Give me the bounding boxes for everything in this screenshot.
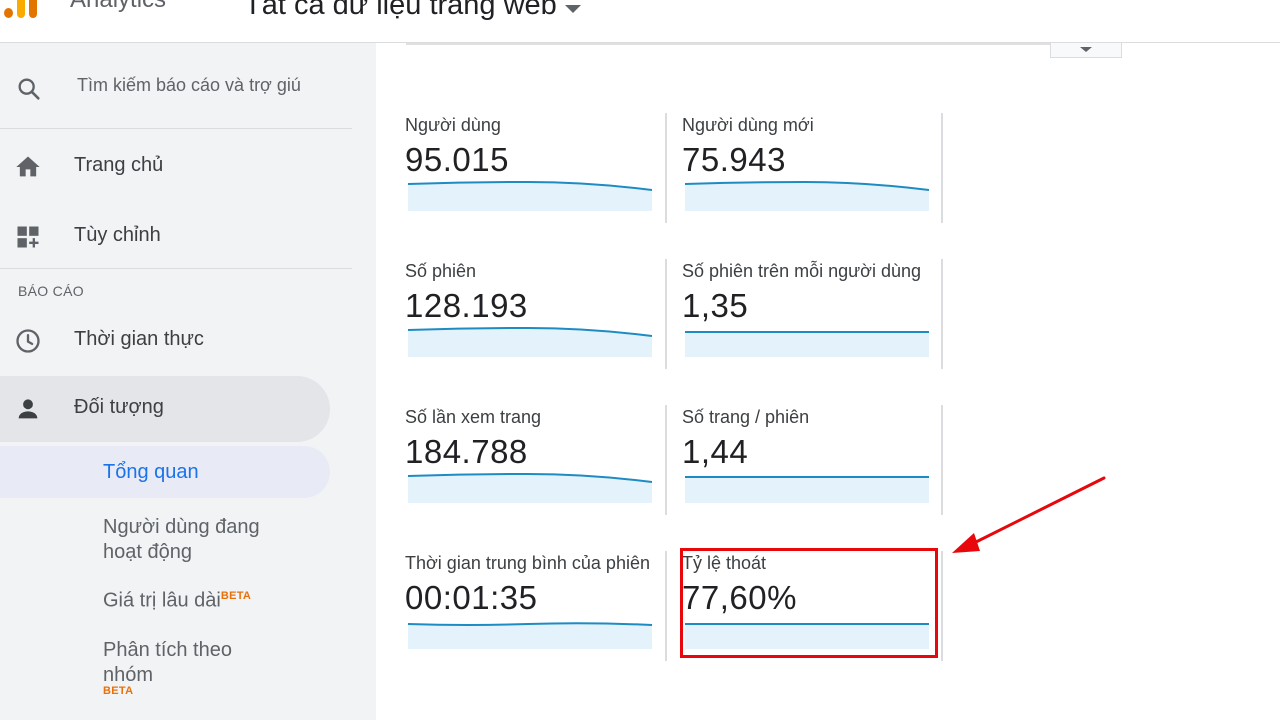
beta-badge: BETA: [220, 590, 252, 602]
sidebar-item-home[interactable]: Trang chủ: [0, 134, 330, 198]
arrow-annotation-icon: [952, 476, 1106, 553]
metric-pageviews[interactable]: Số lần xem trang 184.788: [405, 407, 667, 517]
sidebar-item-label: Tùy chỉnh: [74, 224, 161, 246]
person-icon: [18, 399, 38, 419]
sidebar-item-label: Thời gian thực: [74, 328, 204, 350]
sidebar-subitem-label: Người dùng đang hoạt động: [103, 516, 260, 563]
metric-value: 184.788: [405, 433, 528, 470]
sparkline-chart: [408, 622, 652, 649]
sparkline-chart: [685, 476, 929, 503]
sidebar-subitem-overview[interactable]: Tổng quan: [0, 446, 330, 498]
sparkline-chart: [685, 331, 929, 357]
sparkline-chart: [408, 326, 652, 357]
sidebar-subitem-active-users[interactable]: Người dùng đang hoạt động: [0, 513, 330, 567]
metric-users[interactable]: Người dùng 95.015: [405, 115, 667, 225]
search-input[interactable]: Tìm kiếm báo cáo và trợ giú: [77, 75, 305, 96]
sidebar-item-realtime[interactable]: Thời gian thực: [0, 308, 330, 372]
app-name: Analytics: [70, 0, 166, 14]
metric-sessions[interactable]: Số phiên 128.193: [405, 261, 667, 371]
collapse-toggle[interactable]: [1050, 43, 1122, 58]
account-selector-label: Tất cả dữ liệu trang web: [244, 0, 557, 21]
sidebar-subitem-label-wrap: Giá trị lâu dàiBETA: [103, 584, 251, 614]
sidebar-subitem-label: Tổng quan: [103, 461, 199, 483]
caret-down-icon: [564, 4, 581, 13]
beta-badge: BETA: [103, 685, 134, 697]
metric-label: Người dùng mới: [682, 115, 814, 135]
metric-sessions-per-user[interactable]: Số phiên trên mỗi người dùng 1,35: [682, 261, 944, 371]
sidebar-subitem-label: Phân tích theo nhóm: [103, 639, 232, 686]
metric-value: 95.015: [405, 141, 509, 178]
sidebar-subitem-label: Giá trị lâu dài: [103, 589, 221, 612]
search-icon: [18, 78, 40, 100]
clock-icon: [16, 329, 40, 353]
metric-value: 75.943: [682, 141, 786, 178]
account-selector[interactable]: Tất cả dữ liệu trang web: [244, 0, 581, 22]
metric-value: 128.193: [405, 287, 528, 324]
home-icon: [16, 156, 40, 177]
metric-pages-per-session[interactable]: Số trang / phiên 1,44: [682, 407, 944, 517]
divider: [0, 268, 352, 269]
sidebar-item-audience[interactable]: Đối tượng: [0, 376, 330, 442]
metric-new-users[interactable]: Người dùng mới 75.943: [682, 115, 944, 225]
metric-label: Số lần xem trang: [405, 407, 542, 427]
sidebar-item-label: Đối tượng: [74, 396, 164, 418]
main-content: Người dùng 95.015 Người dùng mới 75.943 …: [376, 43, 1280, 720]
metric-label: Người dùng: [405, 115, 501, 135]
metric-label: Số phiên trên mỗi người dùng: [682, 261, 922, 281]
chevron-down-icon: [1080, 47, 1092, 52]
metric-avg-session-duration[interactable]: Thời gian trung bình của phiên 00:01:35: [405, 553, 667, 663]
dashboard-customize-icon: [17, 226, 39, 248]
analytics-logo-icon[interactable]: [4, 0, 44, 18]
sidebar-subitem-cohort-analysis[interactable]: Phân tích theo nhóm BETA: [0, 638, 330, 720]
sidebar-item-label: Trang chủ: [74, 154, 164, 176]
section-label-reports: BÁO CÁO: [18, 283, 84, 299]
highlight-box: [680, 548, 938, 658]
metric-label: Thời gian trung bình của phiên: [405, 553, 650, 573]
metric-value: 1,44: [682, 433, 749, 470]
top-bar: Analytics Tất cả dữ liệu trang web: [0, 0, 1280, 43]
sidebar: Tìm kiếm báo cáo và trợ giú Trang chủ Tù…: [0, 43, 376, 720]
metric-label: Số trang / phiên: [682, 407, 810, 427]
search-box[interactable]: Tìm kiếm báo cáo và trợ giú: [0, 61, 376, 113]
metric-label: Số phiên: [405, 261, 477, 281]
sidebar-item-customization[interactable]: Tùy chỉnh: [0, 204, 330, 268]
sidebar-subitem-lifetime-value[interactable]: Giá trị lâu dàiBETA: [0, 579, 330, 613]
metric-value: 00:01:35: [405, 579, 538, 616]
divider: [0, 128, 352, 129]
metric-value: 1,35: [682, 287, 749, 324]
sparkline-chart: [685, 180, 929, 211]
sparkline-chart: [408, 472, 652, 503]
sparkline-chart: [408, 180, 652, 211]
divider: [406, 43, 1050, 45]
